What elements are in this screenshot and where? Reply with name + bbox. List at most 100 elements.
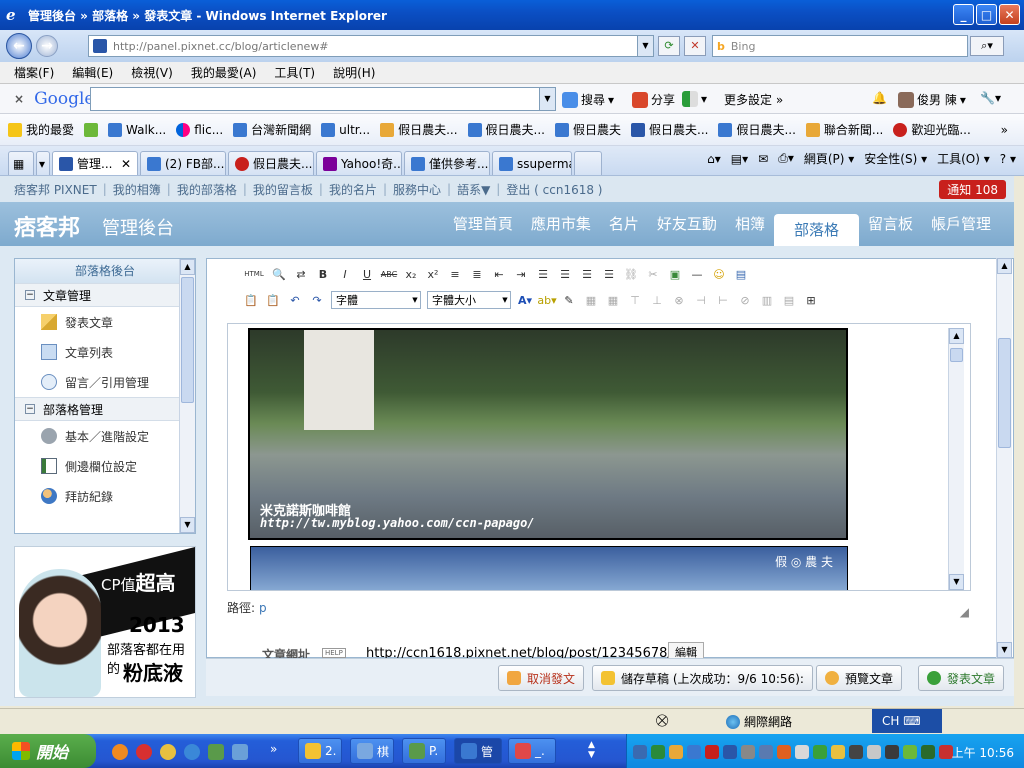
nav-album[interactable]: 相簿 (726, 202, 774, 246)
favorites-more[interactable]: » (1001, 123, 1008, 137)
wrench-icon[interactable]: 🔧▾ (980, 91, 1001, 105)
favorites-button[interactable]: 我的最愛 (8, 121, 74, 138)
tools-menu[interactable]: 工具(O) ▾ (937, 150, 990, 167)
link-pixnet[interactable]: 痞客邦 PIXNET (14, 181, 97, 198)
tray-icon[interactable] (849, 745, 863, 759)
menu-favorites[interactable]: 我的最愛(A) (191, 64, 257, 81)
delete-row-icon[interactable]: ⊗ (671, 292, 687, 308)
tray-icon[interactable] (867, 745, 881, 759)
tray-icon[interactable] (669, 745, 683, 759)
scroll-down-icon[interactable]: ▼ (180, 517, 195, 533)
scroll-up-icon[interactable]: ▲ (997, 258, 1012, 274)
delete-col-icon[interactable]: ⊘ (737, 292, 753, 308)
sidebar-item-post-list[interactable]: 文章列表 (15, 337, 195, 367)
favorite-item[interactable]: 台灣新聞網 (233, 121, 311, 138)
quick-tabs-button[interactable]: ▦ (8, 151, 34, 175)
add-favorite-icon[interactable] (84, 122, 99, 137)
sidebar-item-comments[interactable]: 留言／引用管理 (15, 367, 195, 397)
scroll-down-icon[interactable]: ▼ (949, 574, 964, 590)
editor-scrollbar[interactable]: ▲ ▼ (948, 328, 964, 590)
tab-reference[interactable]: 僅供參考... (404, 151, 490, 175)
collapse-icon[interactable]: − (25, 290, 35, 300)
quicklaunch-icon[interactable] (232, 744, 248, 760)
google-search-input[interactable]: ▼ (90, 87, 556, 111)
scroll-thumb[interactable] (181, 277, 194, 403)
align-left-icon[interactable]: ☰ (535, 266, 551, 282)
tray-icon[interactable] (921, 745, 935, 759)
text-color-icon[interactable]: A▾ (517, 292, 533, 308)
taskbar-item-active[interactable]: 管 (454, 738, 502, 764)
row-after-icon[interactable]: ⊥ (649, 292, 665, 308)
link-service[interactable]: 服務中心 (393, 181, 441, 198)
tab-fb[interactable]: (2) FB部... (140, 151, 226, 175)
col-before-icon[interactable]: ⊣ (693, 292, 709, 308)
unlink-icon[interactable]: ✂ (645, 266, 661, 282)
path-element[interactable]: p (259, 601, 267, 615)
save-draft-button[interactable]: 儲存草稿 (上次成功：9/6 10:56): (592, 665, 813, 691)
sidebar-item-sidebar-settings[interactable]: 側邊欄位設定 (15, 451, 195, 481)
home-icon[interactable]: ⌂▾ (707, 152, 721, 166)
sidebar-group-article[interactable]: − 文章管理 (15, 283, 195, 307)
print-icon[interactable]: ⎙▾ (778, 151, 794, 166)
subscript-icon[interactable]: x₂ (403, 266, 419, 282)
tab-yahoo[interactable]: Yahoo!奇... (316, 151, 402, 175)
bell-icon[interactable]: 🔔 (872, 91, 887, 105)
favorite-item[interactable]: 假日農夫... (631, 121, 708, 138)
new-tab-button[interactable] (574, 151, 602, 175)
table-icon[interactable]: ▦ (583, 292, 599, 308)
preview-button[interactable]: 預覽文章 (816, 665, 903, 691)
taskbar-item[interactable]: P. (402, 738, 446, 764)
nav-guestbook[interactable]: 留言板 (859, 202, 922, 246)
scroll-thumb[interactable] (950, 348, 963, 362)
font-family-select[interactable]: 字體 ▼ (331, 291, 421, 309)
favorite-item[interactable]: flic... (176, 122, 223, 137)
scroll-down-icon[interactable]: ▼ (997, 642, 1012, 658)
paste-icon[interactable]: 📋 (243, 292, 259, 308)
publish-button[interactable]: 發表文章 (918, 665, 1005, 691)
menu-help[interactable]: 說明(H) (333, 64, 375, 81)
quicklaunch-icon[interactable] (112, 744, 128, 760)
link-language[interactable]: 語系▼ (457, 181, 490, 198)
tray-icon[interactable] (759, 745, 773, 759)
chevron-down-icon[interactable]: ▼ (539, 88, 555, 110)
sidebar-item-visits[interactable]: 拜訪紀錄 (15, 481, 195, 511)
favorite-item[interactable]: Walk... (108, 122, 166, 137)
maximize-button[interactable]: □ (976, 4, 997, 25)
favorite-item[interactable]: 假日農夫... (467, 121, 545, 138)
ad-banner[interactable]: CP值超高 2013 部落客都在用的 粉底液 (14, 546, 196, 698)
start-button[interactable]: 開始 (0, 734, 96, 768)
editor-content-area[interactable]: 米克諾斯咖啡館 http://tw.myblog.yahoo.com/ccn-p… (227, 323, 971, 591)
favorite-item[interactable]: ultr... (321, 122, 370, 137)
user-menu-button[interactable]: 俊男 陳 ▾ (898, 91, 966, 108)
tray-icon[interactable] (795, 745, 809, 759)
minimize-button[interactable]: _ (953, 4, 974, 25)
nav-card[interactable]: 名片 (600, 202, 648, 246)
nav-friends[interactable]: 好友互動 (648, 202, 726, 246)
taskbar-item[interactable]: 棋 (350, 738, 394, 764)
google-share-button[interactable]: 分享 (632, 91, 675, 108)
menu-tools[interactable]: 工具(T) (274, 64, 315, 81)
scroll-up-icon[interactable]: ▲ (180, 259, 195, 275)
quicklaunch-icon[interactable] (160, 744, 176, 760)
align-right-icon[interactable]: ☰ (579, 266, 595, 282)
taskbar-scroll-icon[interactable]: ▲ ▼ (588, 740, 595, 760)
collapse-icon[interactable]: − (25, 404, 35, 414)
scroll-thumb[interactable] (998, 338, 1011, 448)
bold-icon[interactable]: B (315, 266, 331, 282)
paste-text-icon[interactable]: 📋 (265, 292, 281, 308)
nav-app-market[interactable]: 應用市集 (522, 202, 600, 246)
refresh-button[interactable]: ⟳ (658, 36, 680, 56)
nav-admin-home[interactable]: 管理首頁 (444, 202, 522, 246)
tray-icon[interactable] (813, 745, 827, 759)
ordered-list-icon[interactable]: ≡ (447, 266, 463, 282)
tray-icon[interactable] (723, 745, 737, 759)
undo-icon[interactable]: ↶ (287, 292, 303, 308)
merge-cells-icon[interactable]: ▤ (781, 292, 797, 308)
tab-ssuperma[interactable]: ssuperma... (492, 151, 572, 175)
menu-file[interactable]: 檔案(F) (14, 64, 54, 81)
resize-handle-icon[interactable]: ◢ (960, 605, 969, 619)
quicklaunch-icon[interactable] (208, 744, 224, 760)
sidebar-item-new-post[interactable]: 發表文章 (15, 307, 195, 337)
ime-indicator[interactable]: CH ⌨ (872, 709, 942, 733)
superscript-icon[interactable]: x² (425, 266, 441, 282)
